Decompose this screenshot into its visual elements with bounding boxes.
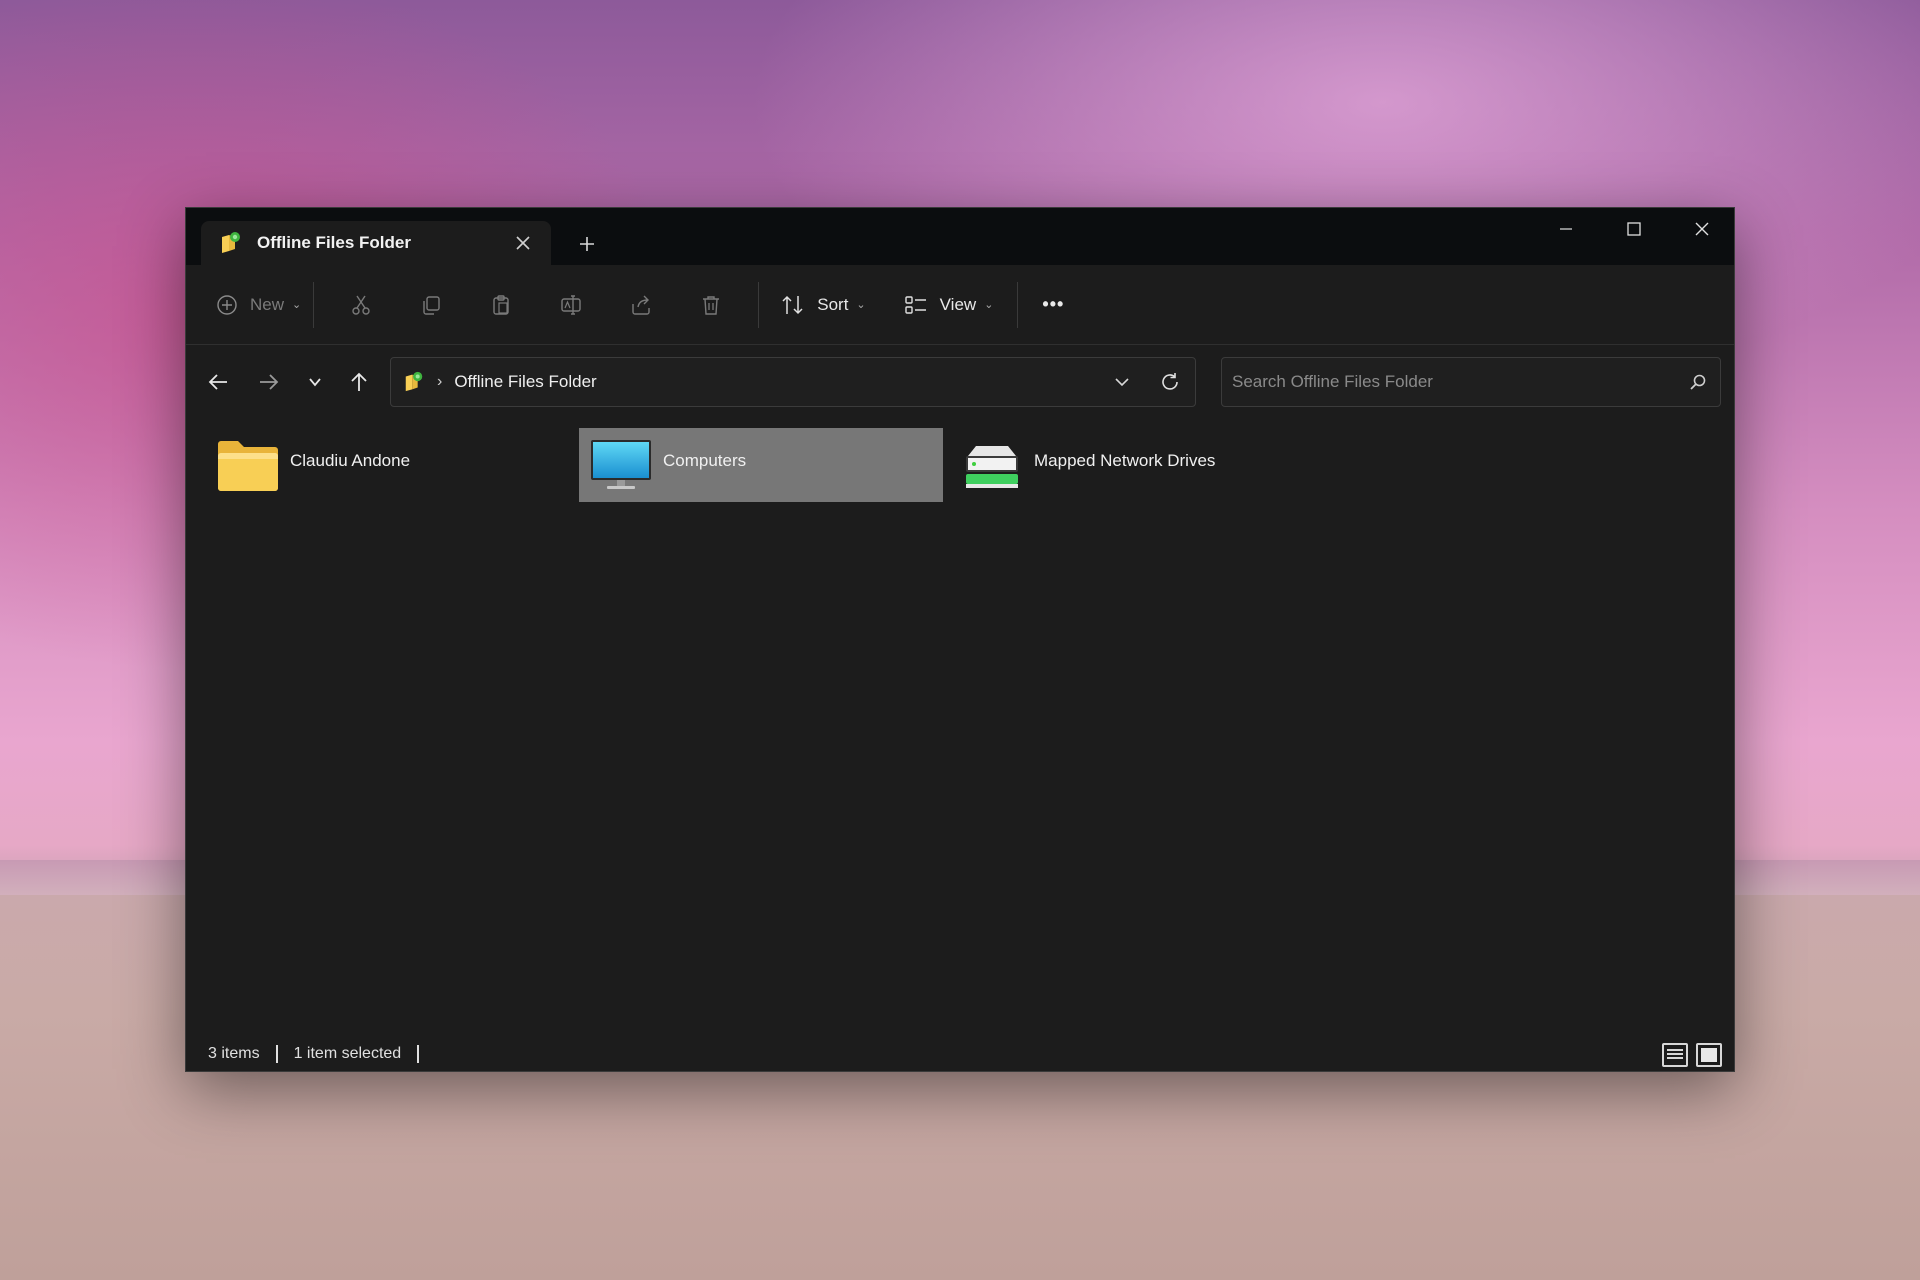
- title-bar: Offline Files Folder: [186, 208, 1734, 265]
- address-bar[interactable]: › Offline Files Folder: [390, 357, 1196, 407]
- chevron-down-icon: ⌄: [292, 298, 301, 311]
- refresh-icon: [1159, 371, 1181, 393]
- view-icon: [904, 294, 928, 316]
- computer-icon: [589, 436, 653, 494]
- arrow-right-icon: [258, 371, 280, 393]
- new-button[interactable]: New ⌄: [216, 285, 301, 325]
- refresh-button[interactable]: [1145, 359, 1195, 405]
- forward-button[interactable]: [249, 362, 289, 402]
- chevron-right-icon[interactable]: ›: [437, 373, 442, 391]
- delete-icon[interactable]: [676, 285, 746, 325]
- folder-icon: [216, 436, 280, 494]
- sort-label: Sort: [817, 295, 848, 315]
- cut-icon[interactable]: [326, 285, 396, 325]
- copy-icon[interactable]: [396, 285, 466, 325]
- tab-offline-files[interactable]: Offline Files Folder: [201, 221, 551, 265]
- item-count: 3 items: [208, 1045, 260, 1063]
- status-divider: [276, 1045, 278, 1063]
- paste-icon[interactable]: [466, 285, 536, 325]
- search-icon[interactable]: [1676, 359, 1720, 405]
- plus-icon[interactable]: [568, 225, 606, 263]
- tab-title: Offline Files Folder: [257, 233, 505, 253]
- tiles-view-icon[interactable]: [1696, 1043, 1722, 1067]
- navigation-row: › Offline Files Folder: [186, 355, 1734, 409]
- file-list: Claudiu Andone Computers: [186, 420, 1734, 1020]
- new-label: New: [250, 295, 284, 315]
- search-box: [1221, 357, 1721, 407]
- sort-icon: [781, 294, 805, 316]
- toolbar-divider: [758, 282, 759, 328]
- list-item-computers[interactable]: Computers: [579, 428, 943, 502]
- chevron-down-icon: ⌄: [984, 298, 993, 311]
- close-window-button[interactable]: [1668, 208, 1735, 250]
- list-item-claudiu-andone[interactable]: Claudiu Andone: [206, 428, 570, 502]
- plus-circle-icon: [216, 294, 238, 316]
- list-item-mapped-network-drives[interactable]: Mapped Network Drives: [950, 428, 1314, 502]
- address-history-button[interactable]: [1099, 359, 1145, 405]
- maximize-button[interactable]: [1600, 208, 1668, 250]
- close-icon[interactable]: [505, 225, 541, 261]
- command-bar: New ⌄ Sort ⌄ View ⌄: [186, 265, 1734, 345]
- chevron-down-icon: ⌄: [856, 298, 865, 311]
- item-label: Claudiu Andone: [290, 451, 410, 471]
- status-bar: 3 items 1 item selected: [186, 1037, 1734, 1071]
- chevron-down-icon: [1113, 373, 1131, 391]
- recent-locations-button[interactable]: [295, 362, 335, 402]
- view-toggles: [1662, 1043, 1722, 1067]
- view-button[interactable]: View ⌄: [904, 285, 994, 325]
- rename-icon[interactable]: [536, 285, 606, 325]
- arrow-left-icon: [207, 371, 229, 393]
- offline-folder-icon: [403, 371, 425, 393]
- sort-button[interactable]: Sort ⌄: [781, 285, 865, 325]
- up-button[interactable]: [339, 362, 379, 402]
- selection-count: 1 item selected: [294, 1045, 402, 1063]
- minimize-button[interactable]: [1532, 208, 1600, 250]
- share-icon[interactable]: [606, 285, 676, 325]
- search-input[interactable]: [1232, 372, 1676, 392]
- toolbar-divider: [313, 282, 314, 328]
- breadcrumb[interactable]: Offline Files Folder: [454, 372, 1099, 392]
- chevron-down-icon: [307, 374, 323, 390]
- network-drive-icon: [960, 436, 1024, 494]
- details-view-icon[interactable]: [1662, 1043, 1688, 1067]
- file-explorer-window: Offline Files Folder New ⌄: [185, 207, 1735, 1072]
- view-label: View: [940, 295, 977, 315]
- status-divider: [417, 1045, 419, 1063]
- back-button[interactable]: [198, 362, 238, 402]
- offline-folder-icon: [219, 231, 243, 255]
- more-options-button[interactable]: •••: [1042, 285, 1064, 325]
- item-label: Computers: [663, 451, 746, 471]
- toolbar-divider: [1017, 282, 1018, 328]
- item-label: Mapped Network Drives: [1034, 451, 1215, 471]
- arrow-up-icon: [348, 371, 370, 393]
